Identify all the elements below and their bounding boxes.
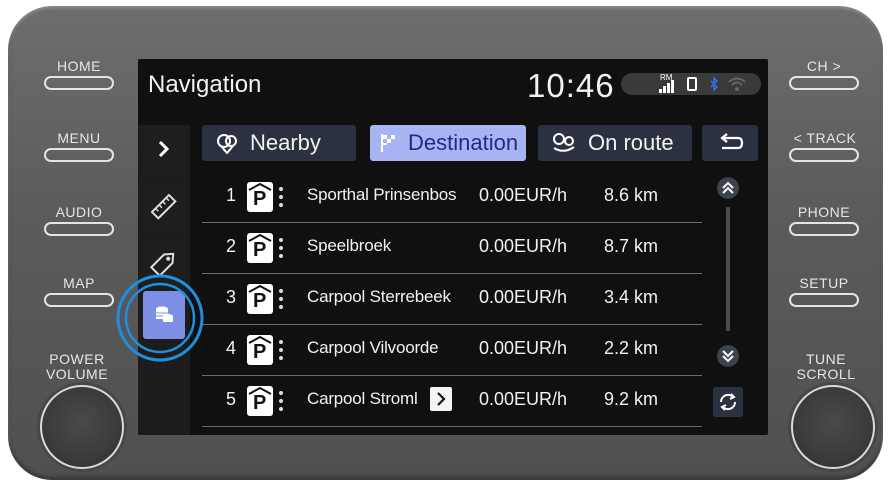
row-name: Carpool Vilvoorde: [307, 338, 439, 357]
row-distance: 8.6 km: [604, 185, 659, 205]
hw-setup-label: SETUP: [799, 275, 849, 291]
scroll-down-button[interactable]: [717, 345, 739, 367]
row-index: 3: [226, 287, 237, 307]
parking-icon: P: [247, 284, 273, 314]
hw-track-label: < TRACK: [793, 130, 857, 146]
expand-menu-button[interactable]: [143, 127, 185, 175]
parking-icon: P: [247, 182, 273, 212]
route-pins-icon: [552, 132, 576, 154]
list-item[interactable]: 1 P Sporthal Prinsenbos 0.00EUR/h 8.6 km: [202, 172, 702, 223]
hw-audio-label: AUDIO: [55, 204, 103, 220]
power-volume-knob[interactable]: [40, 385, 124, 469]
row-name: Sporthal Prinsenbos: [307, 185, 457, 204]
tab-nearby-label: Nearby: [250, 130, 321, 155]
row-price: 0.00EUR/h: [479, 389, 568, 409]
scroll-up-button[interactable]: [717, 177, 739, 199]
highlight-ring: [116, 274, 204, 362]
hw-home-label: HOME: [57, 58, 101, 74]
refresh-icon: [719, 393, 737, 411]
status-bar: Navigation 10:46 RM: [138, 59, 768, 113]
row-distance: 8.7 km: [604, 236, 659, 256]
refresh-button[interactable]: [713, 387, 743, 417]
hw-menu-label: MENU: [57, 130, 101, 146]
tab-on-route-label: On route: [588, 130, 674, 155]
hw-ch-label: CH >: [806, 58, 842, 74]
more-dots-icon: [278, 185, 284, 209]
chevron-right-small-icon: [437, 392, 446, 406]
ruler-filter-button[interactable]: [143, 183, 185, 231]
parking-icon: P: [247, 335, 273, 365]
ruler-icon: [150, 193, 177, 220]
more-dots-icon: [278, 338, 284, 362]
hw-audio-button[interactable]: [44, 222, 114, 236]
tab-on-route[interactable]: On route: [538, 125, 692, 161]
row-distance: 3.4 km: [604, 287, 659, 307]
chevron-right-icon: [158, 140, 170, 158]
row-index: 1: [226, 185, 237, 205]
row-name: Speelbroek: [307, 236, 392, 255]
page-title: Navigation: [148, 71, 262, 98]
hw-phone-button[interactable]: [789, 222, 859, 236]
parking-icon: P: [247, 386, 273, 416]
row-index: 5: [226, 389, 237, 409]
svg-text:P: P: [253, 392, 266, 414]
svg-text:P: P: [253, 239, 266, 261]
bluetooth-icon: [710, 77, 719, 91]
checkered-flag-icon: [380, 133, 398, 153]
scroll-track[interactable]: [726, 207, 730, 331]
row-distance: 2.2 km: [604, 338, 659, 358]
double-chevron-up-icon: [722, 181, 734, 194]
row-name: Carpool Stroml: [307, 389, 418, 408]
list-item[interactable]: 3 P Carpool Sterrebeek 0.00EUR/h 3.4 km: [202, 274, 702, 325]
display-screen: Navigation 10:46 RM Nearby Destination O…: [138, 59, 768, 435]
status-icons: RM: [621, 73, 761, 95]
row-price: 0.00EUR/h: [479, 287, 568, 307]
more-dots-icon: [278, 389, 284, 413]
hw-map-label: MAP: [63, 275, 95, 291]
double-chevron-down-icon: [722, 350, 734, 363]
signal-icon: [659, 80, 674, 93]
more-dots-icon: [278, 287, 284, 311]
row-index: 4: [226, 338, 237, 358]
list-item[interactable]: 5 P Carpool Stroml 0.00EUR/h 9.2 km: [202, 376, 702, 427]
list-item[interactable]: 4 P Carpool Vilvoorde 0.00EUR/h 2.2 km: [202, 325, 702, 376]
expand-name-button[interactable]: [430, 387, 452, 411]
hw-menu-button[interactable]: [44, 148, 114, 162]
svg-text:P: P: [253, 188, 266, 210]
row-distance: 9.2 km: [604, 389, 659, 409]
phone-battery-icon: [687, 77, 697, 91]
hw-setup-button[interactable]: [789, 293, 859, 307]
tab-destination[interactable]: Destination: [370, 125, 526, 161]
hw-power-volume-label: POWER VOLUME: [45, 351, 109, 382]
hw-map-button[interactable]: [44, 293, 114, 307]
back-button[interactable]: [702, 125, 758, 161]
hw-ch-button[interactable]: [789, 76, 859, 90]
svg-text:P: P: [253, 341, 266, 363]
list-item[interactable]: 2 P Speelbroek 0.00EUR/h 8.7 km: [202, 223, 702, 274]
hw-tune-scroll-label: TUNE SCROLL: [796, 351, 856, 382]
row-price: 0.00EUR/h: [479, 185, 568, 205]
hw-phone-label: PHONE: [797, 204, 851, 220]
scrollbar[interactable]: [716, 169, 740, 369]
parking-icon: P: [247, 233, 273, 263]
more-dots-icon: [278, 236, 284, 260]
row-index: 2: [226, 236, 237, 256]
row-name: Carpool Sterrebeek: [307, 287, 451, 306]
svg-text:P: P: [253, 290, 266, 312]
tab-destination-label: Destination: [408, 130, 519, 155]
hw-track-button[interactable]: [789, 148, 859, 162]
row-price: 0.00EUR/h: [479, 338, 568, 358]
hw-home-button[interactable]: [44, 76, 114, 90]
tab-nearby[interactable]: Nearby: [202, 125, 356, 161]
back-arrow-icon: [720, 133, 744, 150]
tune-scroll-knob[interactable]: [791, 385, 875, 469]
pin-search-icon: [216, 132, 238, 154]
row-price: 0.00EUR/h: [479, 236, 568, 256]
wifi-icon: [728, 77, 746, 91]
clock: 10:46: [527, 67, 615, 104]
